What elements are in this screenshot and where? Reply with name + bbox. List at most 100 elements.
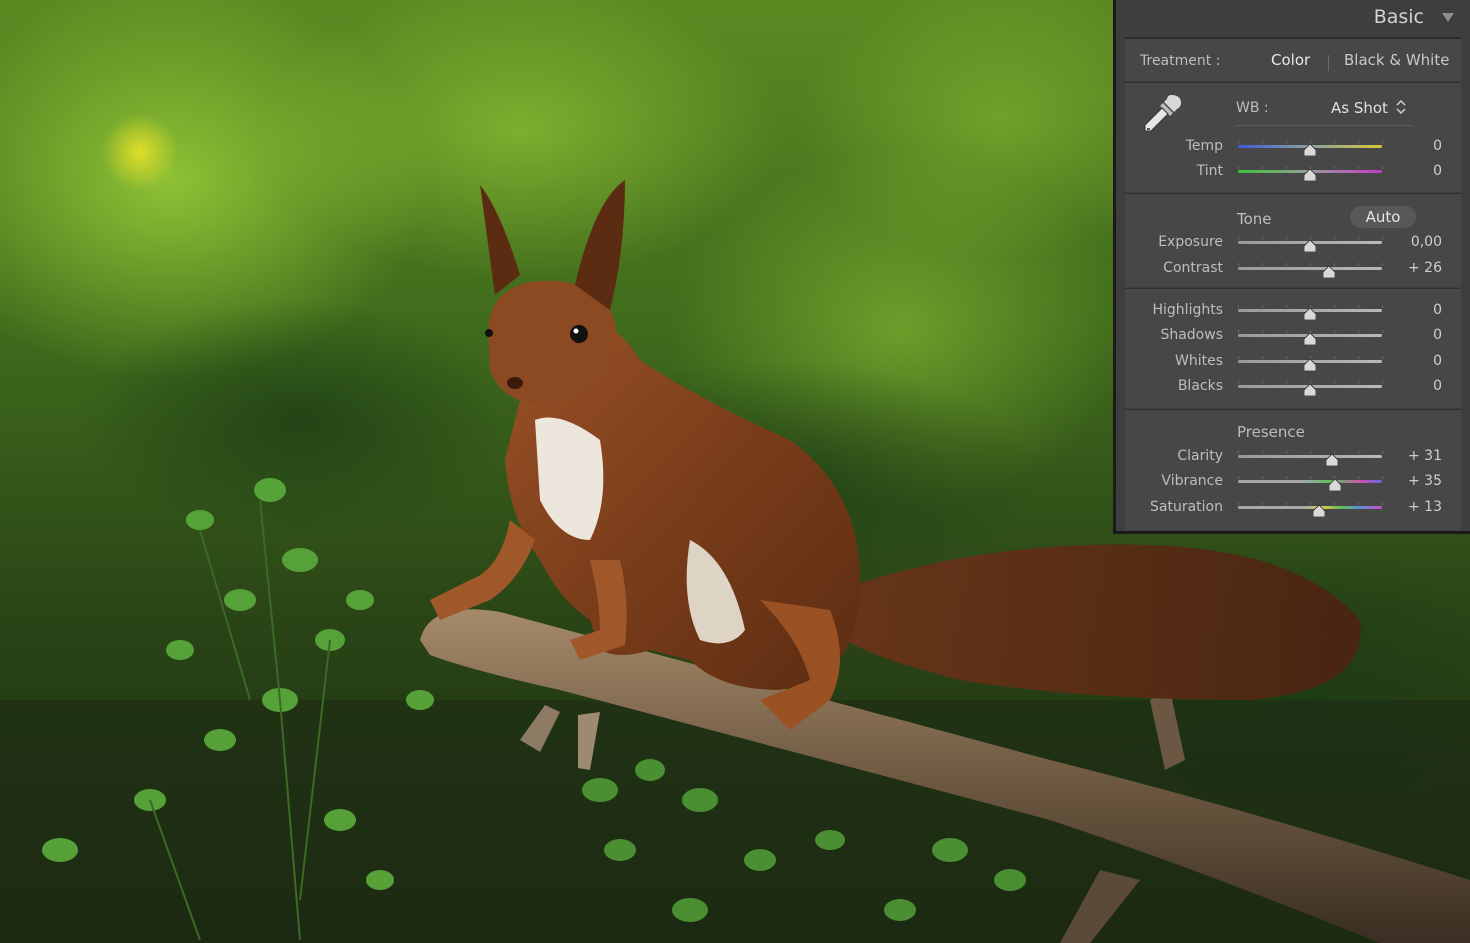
slider-tick bbox=[1358, 451, 1359, 454]
slider-tick bbox=[1262, 502, 1263, 505]
eyedropper-icon[interactable] bbox=[1141, 91, 1185, 135]
temp-value[interactable]: 0 bbox=[1392, 138, 1442, 154]
clarity-value[interactable]: + 31 bbox=[1392, 448, 1442, 464]
slider-tick bbox=[1262, 305, 1263, 308]
slider-tick bbox=[1382, 451, 1383, 454]
slider-tick bbox=[1382, 263, 1383, 266]
saturation-slider-track[interactable] bbox=[1238, 506, 1382, 509]
slider-tick bbox=[1262, 330, 1263, 333]
shadows-slider-thumb[interactable] bbox=[1303, 330, 1317, 346]
slider-tick bbox=[1238, 237, 1239, 240]
contrast-slider-track[interactable] bbox=[1238, 267, 1382, 270]
slider-tick bbox=[1262, 141, 1263, 144]
temp-slider-thumb[interactable] bbox=[1303, 141, 1317, 157]
exposure-slider-thumb[interactable] bbox=[1303, 237, 1317, 253]
shadows-label: Shadows bbox=[1160, 327, 1223, 343]
panel-title: Basic bbox=[1373, 6, 1424, 28]
tint-slider-thumb[interactable] bbox=[1303, 166, 1317, 182]
slider-tick bbox=[1262, 263, 1263, 266]
slider-tick bbox=[1358, 476, 1359, 479]
wb-select[interactable]: As Shot bbox=[1331, 99, 1388, 117]
vibrance-slider-thumb[interactable] bbox=[1328, 476, 1342, 492]
slider-tick bbox=[1382, 330, 1383, 333]
slider-tick bbox=[1262, 476, 1263, 479]
slider-tick bbox=[1286, 141, 1287, 144]
slider-tick bbox=[1382, 356, 1383, 359]
contrast-value[interactable]: + 26 bbox=[1392, 260, 1442, 276]
wb-label: WB : bbox=[1236, 100, 1269, 116]
slider-tick bbox=[1358, 381, 1359, 384]
slider-tick bbox=[1334, 305, 1335, 308]
vibrance-slider-track[interactable] bbox=[1238, 480, 1382, 483]
slider-tick bbox=[1358, 305, 1359, 308]
saturation-value[interactable]: + 13 bbox=[1392, 499, 1442, 515]
wb-underline bbox=[1235, 125, 1413, 126]
slider-tick bbox=[1262, 356, 1263, 359]
slider-tick bbox=[1334, 502, 1335, 505]
slider-tick bbox=[1238, 476, 1239, 479]
slider-tick bbox=[1286, 330, 1287, 333]
slider-tick bbox=[1382, 237, 1383, 240]
exposure-value[interactable]: 0,00 bbox=[1392, 234, 1442, 250]
slider-tick bbox=[1262, 451, 1263, 454]
slider-tick bbox=[1238, 451, 1239, 454]
slider-tick bbox=[1262, 237, 1263, 240]
slider-tick bbox=[1262, 381, 1263, 384]
slider-tick bbox=[1358, 356, 1359, 359]
slider-tick bbox=[1238, 166, 1239, 169]
slider-tick bbox=[1358, 263, 1359, 266]
vibrance-value[interactable]: + 35 bbox=[1392, 473, 1442, 489]
slider-tick bbox=[1334, 237, 1335, 240]
clarity-slider-track[interactable] bbox=[1238, 455, 1382, 458]
slider-tick bbox=[1310, 502, 1311, 505]
clarity-slider-thumb[interactable] bbox=[1325, 451, 1339, 467]
slider-tick bbox=[1238, 356, 1239, 359]
slider-tick bbox=[1358, 330, 1359, 333]
slider-tick bbox=[1382, 476, 1383, 479]
slider-tick bbox=[1358, 141, 1359, 144]
slider-tick bbox=[1238, 381, 1239, 384]
saturation-slider-thumb[interactable] bbox=[1312, 502, 1326, 518]
clarity-label: Clarity bbox=[1177, 448, 1223, 464]
slider-tick bbox=[1334, 330, 1335, 333]
contrast-slider-thumb[interactable] bbox=[1322, 263, 1336, 279]
highlights-value[interactable]: 0 bbox=[1392, 302, 1442, 318]
tint-label: Tint bbox=[1196, 163, 1223, 179]
vibrance-label: Vibrance bbox=[1161, 473, 1223, 489]
exposure-label: Exposure bbox=[1158, 234, 1223, 250]
auto-tone-button[interactable]: Auto bbox=[1350, 206, 1416, 228]
slider-tick bbox=[1286, 381, 1287, 384]
slider-tick bbox=[1382, 305, 1383, 308]
slider-tick bbox=[1238, 305, 1239, 308]
whites-slider-thumb[interactable] bbox=[1303, 356, 1317, 372]
slider-tick bbox=[1286, 476, 1287, 479]
blacks-label: Blacks bbox=[1177, 378, 1223, 394]
blacks-value[interactable]: 0 bbox=[1392, 378, 1442, 394]
slider-tick bbox=[1286, 305, 1287, 308]
contrast-label: Contrast bbox=[1163, 260, 1223, 276]
treatment-label: Treatment : bbox=[1140, 53, 1221, 69]
slider-tick bbox=[1358, 502, 1359, 505]
highlights-slider-thumb[interactable] bbox=[1303, 305, 1317, 321]
basic-panel: Basic Treatment : Color Black & White WB… bbox=[1113, 0, 1470, 534]
slider-tick bbox=[1382, 381, 1383, 384]
whites-label: Whites bbox=[1174, 353, 1223, 369]
slider-tick bbox=[1310, 263, 1311, 266]
slider-tick bbox=[1238, 263, 1239, 266]
whites-value[interactable]: 0 bbox=[1392, 353, 1442, 369]
temp-label: Temp bbox=[1185, 138, 1223, 154]
slider-tick bbox=[1358, 166, 1359, 169]
highlights-label: Highlights bbox=[1152, 302, 1224, 318]
collapse-triangle-icon[interactable] bbox=[1442, 13, 1454, 22]
blacks-slider-thumb[interactable] bbox=[1303, 381, 1317, 397]
shadows-value[interactable]: 0 bbox=[1392, 327, 1442, 343]
treatment-color-button[interactable]: Color bbox=[1271, 51, 1310, 69]
slider-tick bbox=[1310, 451, 1311, 454]
slider-tick bbox=[1334, 356, 1335, 359]
panel-header[interactable]: Basic bbox=[1116, 0, 1470, 36]
tint-value[interactable]: 0 bbox=[1392, 163, 1442, 179]
slider-tick bbox=[1382, 141, 1383, 144]
treatment-bw-button[interactable]: Black & White bbox=[1344, 51, 1449, 69]
slider-tick bbox=[1382, 166, 1383, 169]
up-down-arrows-icon[interactable] bbox=[1396, 100, 1406, 114]
